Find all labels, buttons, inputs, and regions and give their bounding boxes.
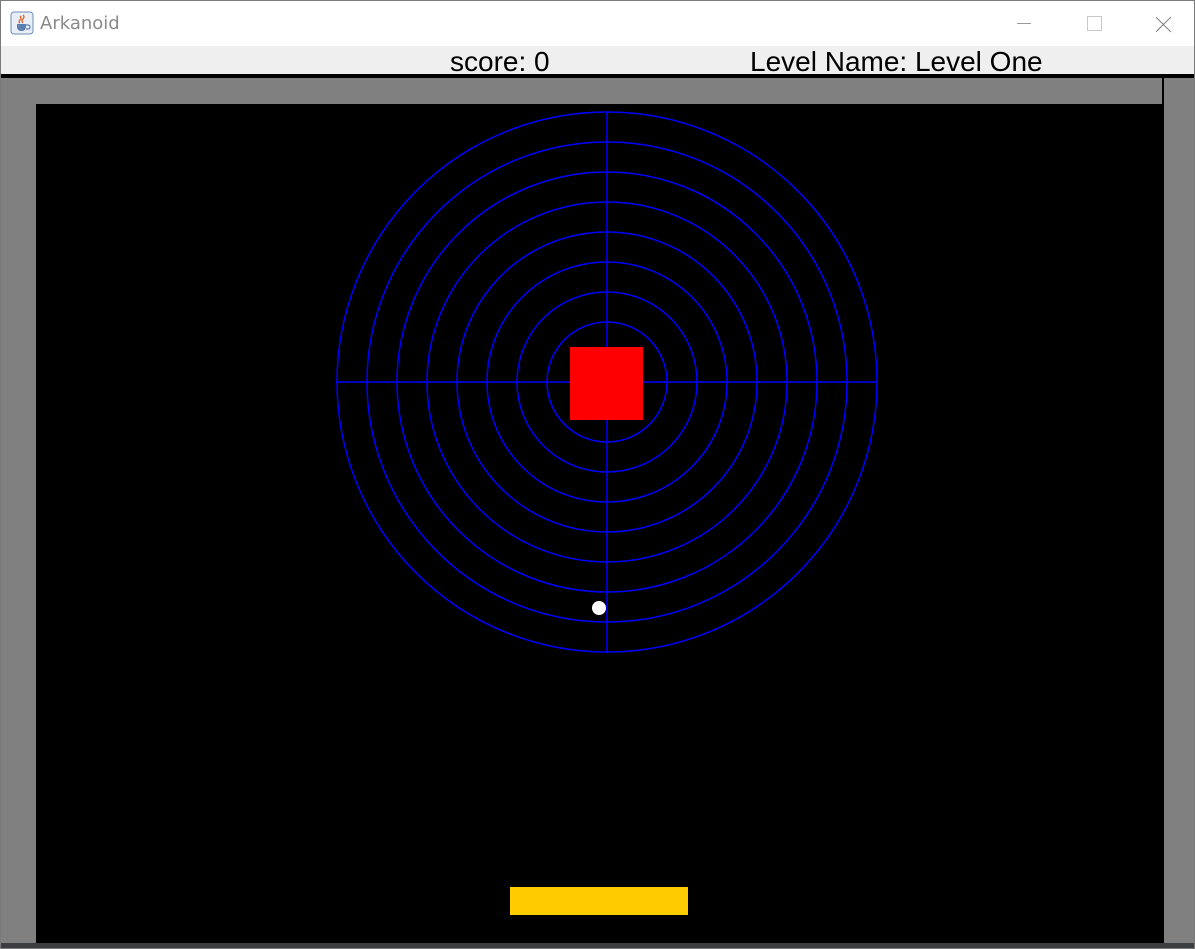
playfield [336, 111, 878, 915]
window-title: Arkanoid [40, 13, 120, 34]
maximize-button[interactable] [1071, 1, 1117, 46]
ball [592, 601, 606, 615]
target-block [570, 347, 643, 420]
java-cup-icon [10, 11, 34, 35]
close-icon [1156, 16, 1172, 32]
ide-panel-peek [1, 943, 1194, 948]
maximize-icon [1086, 16, 1102, 31]
minimize-icon [1017, 23, 1031, 24]
game-window: Arkanoid score: 0 Level Name: Level One [0, 0, 1195, 949]
close-button[interactable] [1141, 1, 1187, 46]
minimize-button[interactable] [1001, 1, 1047, 46]
game-canvas[interactable]: score: 0 Level Name: Level One [1, 46, 1194, 948]
title-bar[interactable]: Arkanoid [1, 1, 1194, 46]
paddle[interactable] [510, 887, 688, 915]
